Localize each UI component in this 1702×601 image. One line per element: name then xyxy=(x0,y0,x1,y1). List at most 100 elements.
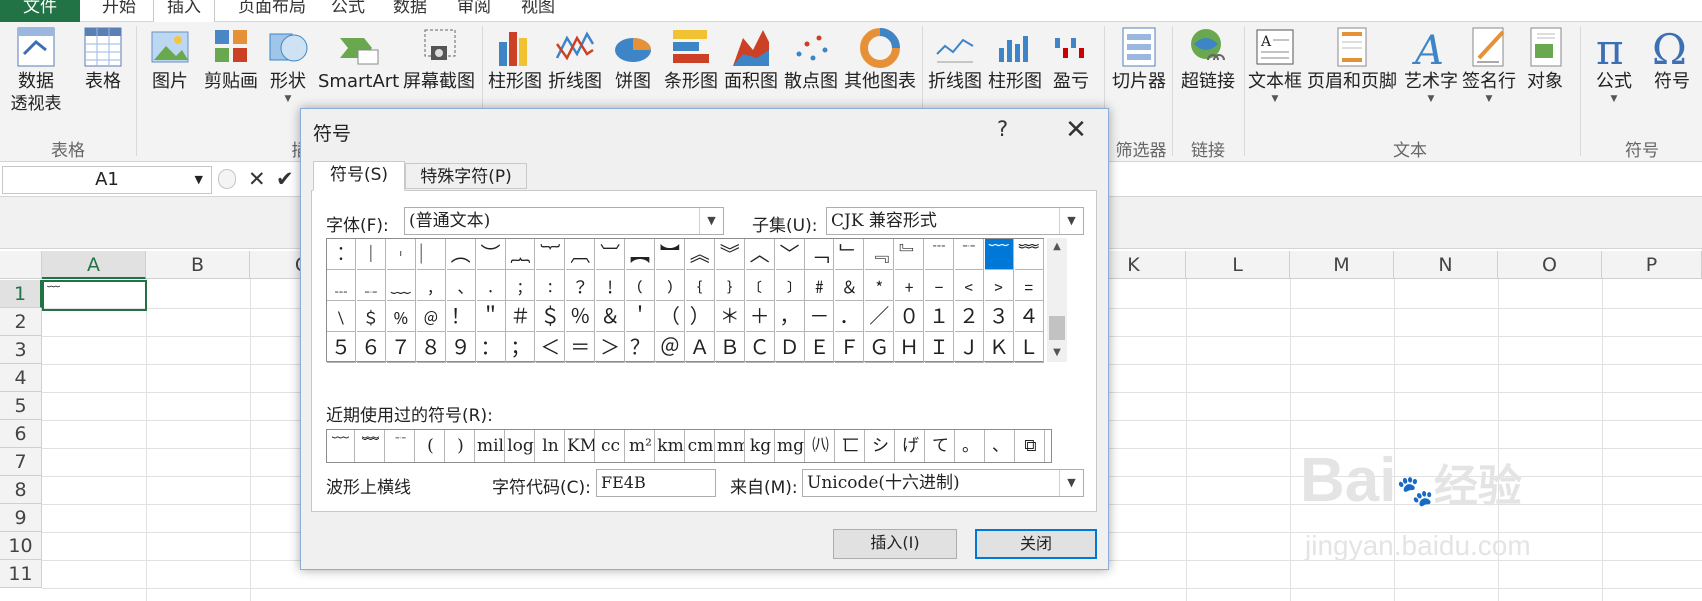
symbol-cell[interactable]: ． xyxy=(835,301,865,332)
recent-symbol-cell[interactable]: kg xyxy=(747,430,775,462)
subset-select[interactable]: CJK 兼容形式 ▼ xyxy=(826,207,1084,235)
symbol-cell[interactable]: ﹥ xyxy=(984,270,1014,301)
shapes-button[interactable]: 形状 ▼ xyxy=(266,24,310,104)
symbol-cell[interactable]: ﹩ xyxy=(356,301,386,332)
symbol-cell[interactable]: ﹕ xyxy=(536,270,566,301)
symbol-cell[interactable]: ＋ xyxy=(745,301,775,332)
symbol-cell[interactable]: （ xyxy=(655,301,685,332)
symbol-cell[interactable]: ﹞ xyxy=(775,270,805,301)
symbol-cell[interactable]: ﹊ xyxy=(954,239,984,270)
symbol-cell[interactable]: ︷ xyxy=(506,239,536,270)
symbol-cell[interactable]: ﹌ xyxy=(1014,239,1044,270)
symbol-cell[interactable]: ︹ xyxy=(566,239,596,270)
symbol-cell[interactable]: Ｆ xyxy=(835,332,865,363)
tab-review[interactable]: 审阅 xyxy=(452,0,496,22)
row-header[interactable]: 5 xyxy=(0,392,42,420)
recent-symbol-cell[interactable]: ⧉ xyxy=(1017,430,1045,462)
symbol-cell[interactable]: ﹍ xyxy=(327,270,356,301)
recent-symbol-cell[interactable]: cm xyxy=(687,430,715,462)
pie-chart-button[interactable]: 饼图 xyxy=(608,24,658,94)
column-header[interactable]: O xyxy=(1498,251,1602,279)
symbol-cell[interactable]: ︺ xyxy=(596,239,626,270)
slicer-button[interactable]: 切片器 xyxy=(1110,24,1168,94)
recent-symbol-cell[interactable]: げ xyxy=(897,430,925,462)
symbol-cell[interactable]: ﹡ xyxy=(865,270,895,301)
symbol-cell[interactable]: ﹢ xyxy=(895,270,925,301)
symbol-cell[interactable]: ８ xyxy=(416,332,446,363)
enter-icon[interactable]: ✔ xyxy=(276,167,294,191)
recent-symbol-cell[interactable]: ﹋ xyxy=(327,430,355,462)
bar-chart-button[interactable]: 条形图 xyxy=(662,24,720,94)
symbol-cell[interactable]: ﹉ xyxy=(925,239,954,270)
symbol-cell[interactable]: ＂ xyxy=(476,301,506,332)
symbol-cell[interactable]: ５ xyxy=(327,332,356,363)
symbol-cell[interactable]: ︲ xyxy=(386,239,416,270)
row-header[interactable]: 10 xyxy=(0,532,42,560)
pivot-table-button[interactable]: 数据 透视表 xyxy=(4,24,68,114)
column-header[interactable]: B xyxy=(146,251,250,279)
symbol-cell[interactable]: Ｃ xyxy=(745,332,775,363)
symbol-cell[interactable]: ﹔ xyxy=(506,270,536,301)
recent-symbol-cell[interactable]: ( xyxy=(417,430,445,462)
symbol-cell[interactable]: ︼ xyxy=(655,239,685,270)
signature-line-button[interactable]: 签名行 ▼ xyxy=(1460,24,1518,104)
symbol-cell[interactable]: ﹒ xyxy=(476,270,506,301)
symbol-cell[interactable]: ； xyxy=(506,332,536,363)
row-header[interactable]: 1 xyxy=(0,280,42,308)
recent-symbol-cell[interactable]: 、 xyxy=(987,430,1015,462)
recent-symbol-cell[interactable]: ﹌ xyxy=(357,430,385,462)
area-chart-button[interactable]: 面积图 xyxy=(722,24,780,94)
symbol-cell[interactable]: Ｄ xyxy=(775,332,805,363)
symbol-cell[interactable]: ︱ xyxy=(356,239,386,270)
symbol-cell[interactable]: ︻ xyxy=(626,239,655,270)
symbol-cell[interactable]: ﹗ xyxy=(596,270,626,301)
chevron-down-icon[interactable]: ▼ xyxy=(1059,208,1083,234)
symbol-cell[interactable]: ４ xyxy=(1014,301,1044,332)
recent-symbol-cell[interactable]: log xyxy=(507,430,535,462)
object-button[interactable]: 对象 xyxy=(1520,24,1570,94)
symbol-cell[interactable]: ＝ xyxy=(566,332,596,363)
symbol-cell[interactable]: ＊ xyxy=(715,301,745,332)
tab-special-characters[interactable]: 特殊字符(P) xyxy=(405,163,527,189)
symbol-cell[interactable]: ％ xyxy=(566,301,596,332)
symbol-cell[interactable]: ＇ xyxy=(626,301,655,332)
symbol-cell[interactable]: ︸ xyxy=(536,239,566,270)
symbol-cell[interactable]: Ａ xyxy=(685,332,715,363)
recent-symbol-cell[interactable]: ) xyxy=(447,430,475,462)
symbol-cell[interactable]: ﹃ xyxy=(865,239,895,270)
symbol-cell[interactable]: ﹟ xyxy=(805,270,835,301)
recent-symbol-cell[interactable]: シ xyxy=(867,430,895,462)
sparkline-column-button[interactable]: 柱形图 xyxy=(986,24,1044,94)
symbol-cell[interactable]: ？ xyxy=(626,332,655,363)
symbol-cell[interactable]: ︳ xyxy=(416,239,446,270)
symbol-cell[interactable]: ＃ xyxy=(506,301,536,332)
recent-symbol-cell[interactable]: mil xyxy=(477,430,505,462)
symbol-cell[interactable]: Ｂ xyxy=(715,332,745,363)
recent-symbol-cell[interactable]: 匸 xyxy=(837,430,865,462)
symbol-cell[interactable]: ： xyxy=(476,332,506,363)
symbol-cell[interactable]: ﹝ xyxy=(745,270,775,301)
symbol-cell[interactable]: ﹄ xyxy=(895,239,925,270)
cancel-icon[interactable]: ✕ xyxy=(248,167,266,191)
close-icon[interactable]: ✕ xyxy=(1061,115,1091,145)
symbol-cell[interactable]: ﹖ xyxy=(566,270,596,301)
scatter-chart-button[interactable]: 散点图 xyxy=(782,24,840,94)
symbol-cell[interactable]: ＜ xyxy=(536,332,566,363)
symbol-cell[interactable]: Ｌ xyxy=(1014,332,1044,363)
symbol-cell[interactable]: ） xyxy=(685,301,715,332)
symbol-cell[interactable]: ﹤ xyxy=(954,270,984,301)
symbol-cell[interactable]: ﹎ xyxy=(356,270,386,301)
column-header[interactable]: L xyxy=(1186,251,1290,279)
symbol-cell[interactable]: ９ xyxy=(446,332,476,363)
recent-symbol-cell[interactable]: KM xyxy=(567,430,595,462)
font-select[interactable]: (普通文本) ▼ xyxy=(404,207,724,235)
chevron-up-icon[interactable]: ▲ xyxy=(1047,238,1067,256)
column-header[interactable]: A xyxy=(42,251,146,279)
symbol-cell[interactable]: ／ xyxy=(865,301,895,332)
row-header[interactable]: 11 xyxy=(0,560,42,588)
symbol-cell[interactable]: ＠ xyxy=(655,332,685,363)
tab-insert[interactable]: 插入 xyxy=(153,0,215,23)
close-button[interactable]: 关闭 xyxy=(975,529,1097,559)
tab-file[interactable]: 文件 xyxy=(0,0,80,22)
column-chart-button[interactable]: 柱形图 xyxy=(486,24,544,94)
